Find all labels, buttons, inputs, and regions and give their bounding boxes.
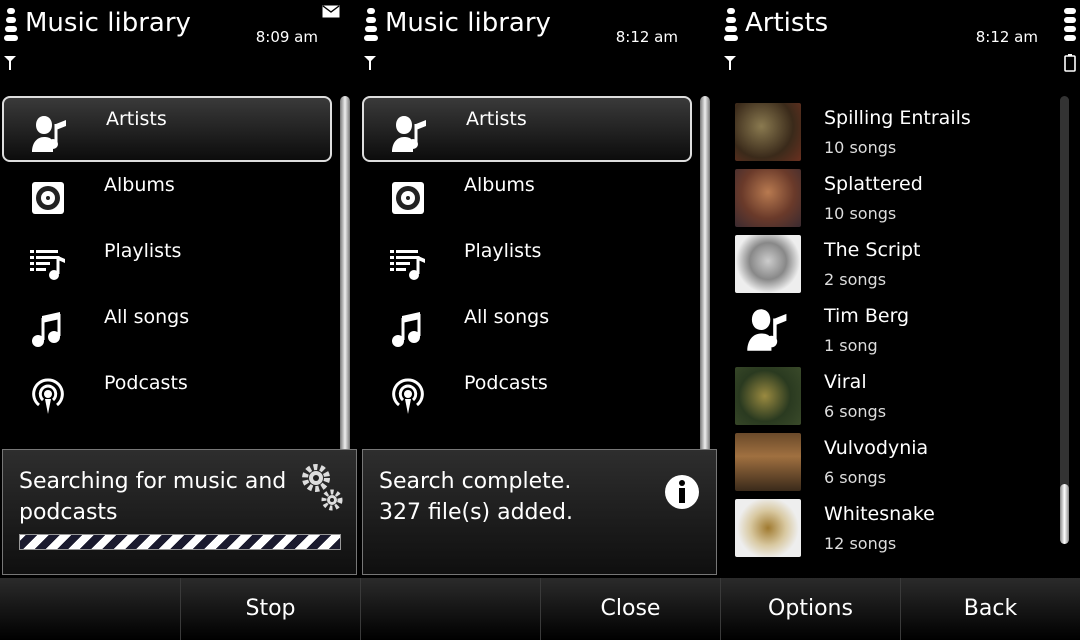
menu-item-all-songs[interactable]: All songs <box>2 294 332 360</box>
menu-item-artists[interactable]: Artists <box>2 96 332 162</box>
signal-strength-icon <box>364 8 378 44</box>
options-button[interactable]: Options <box>720 578 900 640</box>
artist-name: Splattered <box>824 173 923 195</box>
artist-row[interactable]: Tim Berg 1 song <box>720 301 1060 367</box>
artist-song-count: 2 songs <box>824 270 887 289</box>
playlist-icon <box>28 244 68 284</box>
menu-item-label: Albums <box>104 174 175 196</box>
artist-row[interactable]: Whitesnake 12 songs <box>720 499 1060 565</box>
menu-item-albums[interactable]: Albums <box>2 162 332 228</box>
search-complete-notification: Search complete. 327 file(s) added. <box>362 449 717 575</box>
softkey-bar: Stop Close Options Back <box>0 578 1080 640</box>
menu-item-artists[interactable]: Artists <box>362 96 692 162</box>
gears-icon <box>302 464 343 511</box>
album-icon <box>388 178 428 218</box>
artist-icon <box>30 114 70 154</box>
album-art-icon <box>735 367 801 425</box>
artist-song-count: 1 song <box>824 336 878 355</box>
stop-button[interactable]: Stop <box>180 578 360 640</box>
artist-row[interactable]: Viral 6 songs <box>720 367 1060 433</box>
album-art-icon <box>735 433 801 491</box>
music-library-panel-complete: Music library 8:12 am Artists Albums Pla… <box>360 0 720 578</box>
artist-row[interactable]: Vulvodynia 6 songs <box>720 433 1060 499</box>
menu-item-label: Podcasts <box>464 372 548 394</box>
clock: 8:12 am <box>615 28 678 46</box>
antenna-icon <box>724 56 736 70</box>
page-title: Music library <box>25 8 191 38</box>
artist-name: The Script <box>824 239 921 261</box>
artist-name: Whitesnake <box>824 503 935 525</box>
back-button[interactable]: Back <box>900 578 1080 640</box>
menu-item-label: All songs <box>464 306 550 328</box>
page-title: Artists <box>745 8 829 38</box>
podcast-icon <box>388 376 428 416</box>
clock: 8:12 am <box>975 28 1038 46</box>
artist-row[interactable]: Splattered 10 songs <box>720 169 1060 235</box>
page-title: Music library <box>385 8 551 38</box>
antenna-icon <box>364 56 376 70</box>
progress-bar <box>19 534 341 550</box>
menu-item-label: Artists <box>466 108 527 130</box>
menu-item-label: Podcasts <box>104 372 188 394</box>
artist-name: Spilling Entrails <box>824 107 971 129</box>
artist-song-count: 6 songs <box>824 402 887 421</box>
signal-strength-icon <box>4 8 18 44</box>
notification-line-1: Search complete. <box>379 469 572 494</box>
mail-icon <box>322 5 340 18</box>
notification-line-2: 327 file(s) added. <box>379 500 574 525</box>
music-library-panel-searching: Music library 8:09 am Artists Albums Pla… <box>0 0 360 578</box>
menu-item-label: All songs <box>104 306 190 328</box>
menu-item-label: Albums <box>464 174 535 196</box>
album-icon <box>28 178 68 218</box>
artist-list: Spilling Entrails 10 songs Splattered 10… <box>720 103 1060 565</box>
notification-text: Search complete. 327 file(s) added. <box>379 466 649 528</box>
battery-icon <box>1064 54 1076 72</box>
album-art-icon <box>735 103 801 161</box>
menu-item-all-songs[interactable]: All songs <box>362 294 692 360</box>
artist-name: Tim Berg <box>824 305 910 327</box>
artist-icon <box>390 114 430 154</box>
menu-item-label: Playlists <box>464 240 542 262</box>
antenna-icon <box>4 56 16 70</box>
scrollbar[interactable] <box>1060 96 1069 544</box>
album-art-icon <box>735 499 801 557</box>
menu-item-playlists[interactable]: Playlists <box>362 228 692 294</box>
artist-song-count: 6 songs <box>824 468 887 487</box>
signal-strength-icon <box>724 8 738 44</box>
artist-song-count: 12 songs <box>824 534 897 553</box>
artist-placeholder-icon <box>745 307 789 353</box>
menu-item-label: Playlists <box>104 240 182 262</box>
artist-song-count: 10 songs <box>824 138 897 157</box>
softkey-blank-middle[interactable] <box>360 578 540 640</box>
info-icon <box>665 475 699 509</box>
menu-item-podcasts[interactable]: Podcasts <box>362 360 692 426</box>
podcast-icon <box>28 376 68 416</box>
close-button[interactable]: Close <box>540 578 720 640</box>
scrollbar[interactable] <box>340 96 350 456</box>
artist-name: Vulvodynia <box>824 437 929 459</box>
menu-item-podcasts[interactable]: Podcasts <box>2 360 332 426</box>
artist-row[interactable]: The Script 2 songs <box>720 235 1060 301</box>
playlist-icon <box>388 244 428 284</box>
artists-panel: Artists 8:12 am Spilling Entrails 10 son… <box>720 0 1080 578</box>
music-note-icon <box>388 310 428 350</box>
artist-row[interactable]: Spilling Entrails 10 songs <box>720 103 1060 169</box>
music-note-icon <box>28 310 68 350</box>
library-menu: Artists Albums Playlists All songs Podca… <box>0 96 335 426</box>
menu-item-playlists[interactable]: Playlists <box>2 228 332 294</box>
notification-text: Searching for music and podcasts <box>19 469 287 525</box>
menu-item-albums[interactable]: Albums <box>362 162 692 228</box>
softkey-blank-left[interactable] <box>0 578 180 640</box>
artist-name: Viral <box>824 371 867 393</box>
clock: 8:09 am <box>255 28 318 46</box>
menu-item-label: Artists <box>106 108 167 130</box>
album-art-icon <box>735 169 801 227</box>
scrollbar[interactable] <box>700 96 710 456</box>
scrollbar-thumb[interactable] <box>1060 484 1069 544</box>
album-art-icon <box>735 235 801 293</box>
battery-level-icon <box>1064 8 1076 44</box>
searching-notification: Searching for music and podcasts <box>2 449 357 575</box>
artist-song-count: 10 songs <box>824 204 897 223</box>
library-menu: Artists Albums Playlists All songs Podca… <box>360 96 695 426</box>
